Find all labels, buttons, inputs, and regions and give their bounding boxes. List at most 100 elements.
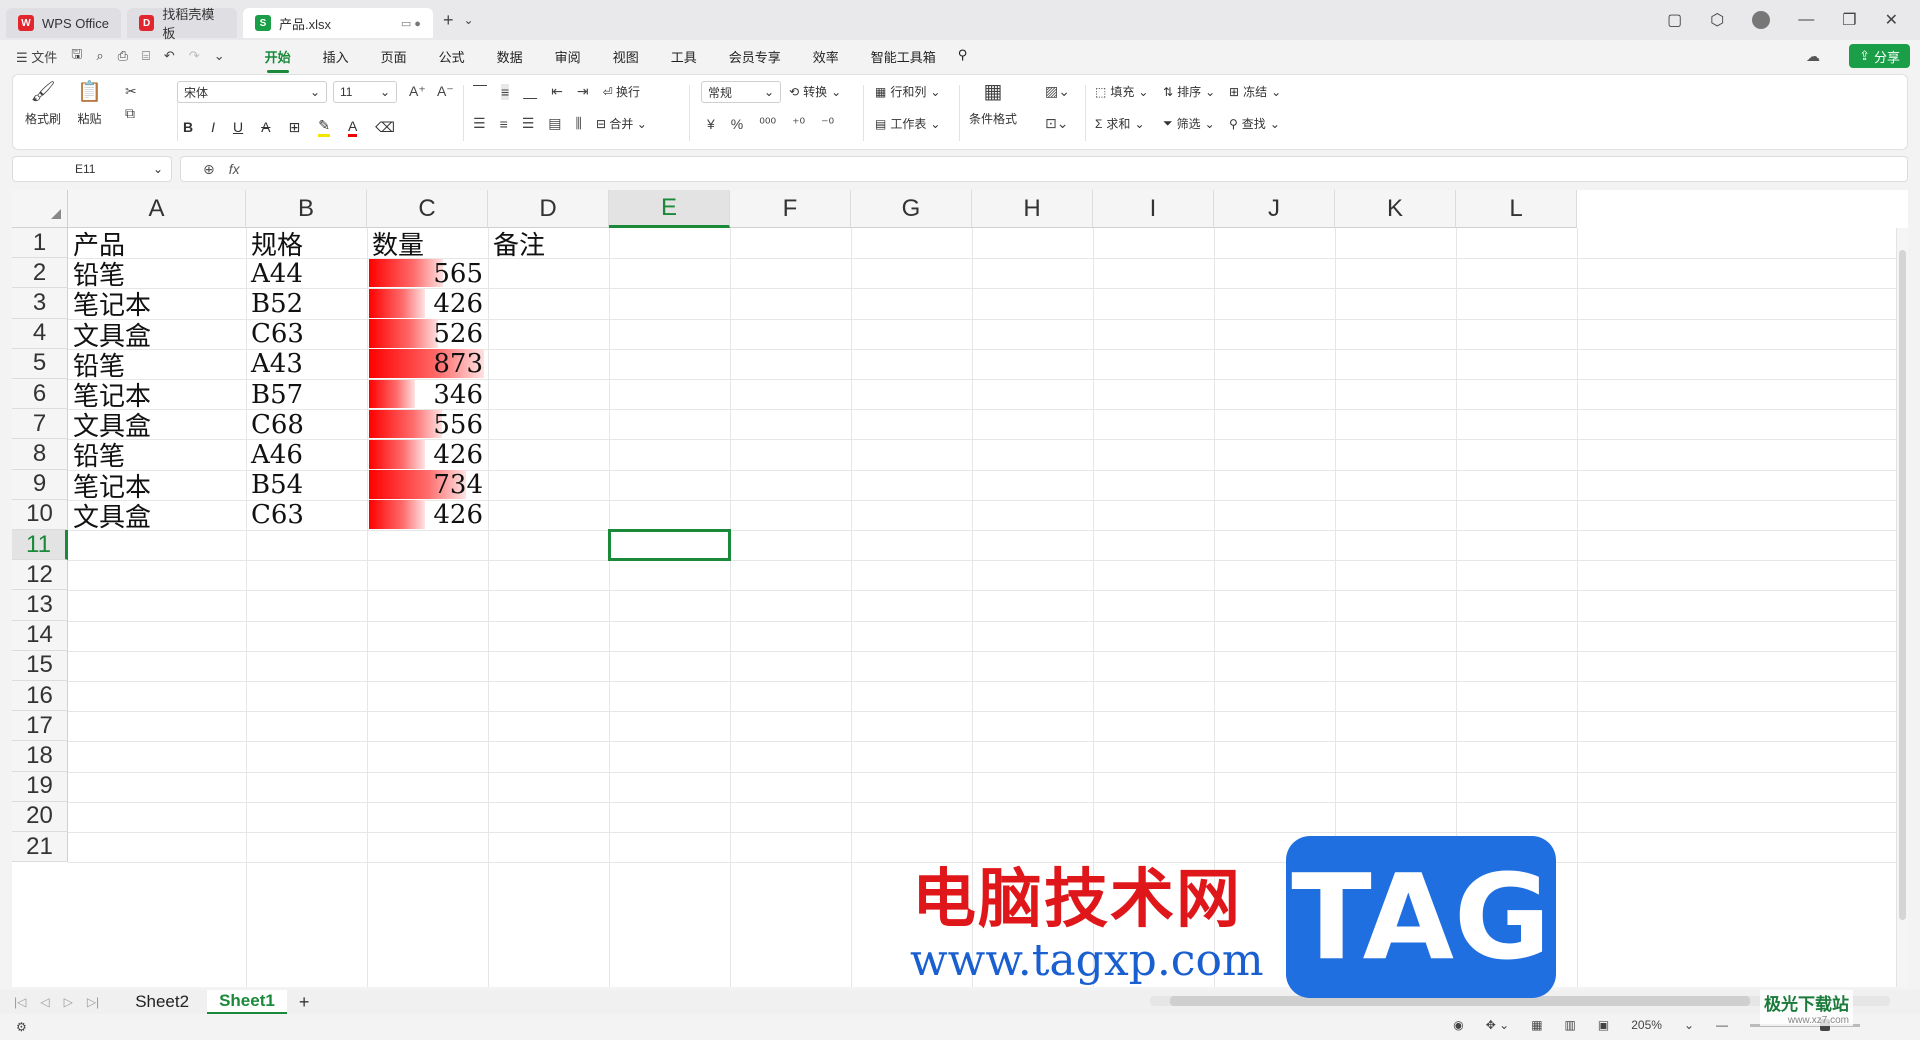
paste-button[interactable]: 📋 粘贴 xyxy=(77,79,102,127)
undo-icon[interactable]: ↶ xyxy=(164,48,175,64)
print-preview-icon[interactable]: ⌸ xyxy=(142,48,150,64)
quantity-cell[interactable]: 426 xyxy=(367,497,488,534)
menu-data[interactable]: 数据 xyxy=(497,43,523,70)
font-size-select[interactable]: 11 ⌄ xyxy=(333,81,397,103)
column-header-i[interactable]: I xyxy=(1093,190,1214,228)
column-header-g[interactable]: G xyxy=(851,190,972,228)
column-header-c[interactable]: C xyxy=(367,190,488,228)
monitor-icon[interactable]: ▭ ● xyxy=(401,17,421,30)
zoom-out-icon[interactable]: — xyxy=(1716,1018,1728,1032)
prev-sheet-icon[interactable]: ◁ xyxy=(40,995,49,1009)
select-all-corner[interactable] xyxy=(12,190,68,228)
row-header-9[interactable]: 9 xyxy=(12,469,68,500)
row-header-15[interactable]: 15 xyxy=(12,650,68,681)
menu-home[interactable]: 开始 xyxy=(265,43,291,73)
sheet-tab-sheet2[interactable]: Sheet2 xyxy=(123,990,201,1014)
zoom-level[interactable]: 205% xyxy=(1631,1018,1662,1032)
tab-product-xlsx[interactable]: S 产品.xlsx ▭ ● xyxy=(242,8,433,38)
row-header-11[interactable]: 11 xyxy=(12,530,68,561)
menu-insert[interactable]: 插入 xyxy=(323,43,349,70)
vertical-scrollbar[interactable] xyxy=(1896,228,1908,987)
first-sheet-icon[interactable]: |◁ xyxy=(14,995,26,1009)
tab-docer-templates[interactable]: D 找稻壳模板 xyxy=(126,7,237,41)
column-header-j[interactable]: J xyxy=(1214,190,1335,228)
product-cell[interactable]: 文具盒 xyxy=(68,497,246,534)
minimize-icon[interactable]: — xyxy=(1798,11,1814,29)
row-header-21[interactable]: 21 xyxy=(12,832,68,863)
freeze-button[interactable]: ⊞ 冻结 ⌄ xyxy=(1229,83,1281,100)
share-button[interactable]: ⇪ 分享 xyxy=(1849,44,1910,68)
menu-formula[interactable]: 公式 xyxy=(439,43,465,70)
page-break-icon[interactable]: ▣ xyxy=(1598,1018,1609,1032)
conditional-format-button[interactable]: ▦ 条件格式 xyxy=(969,79,1017,127)
next-sheet-icon[interactable]: ▷ xyxy=(64,995,73,1009)
distribute-icon[interactable]: ⫼ xyxy=(576,115,582,132)
row-header-12[interactable]: 12 xyxy=(12,560,68,591)
column-header-d[interactable]: D xyxy=(488,190,609,228)
menu-page[interactable]: 页面 xyxy=(381,43,407,70)
row-header-19[interactable]: 19 xyxy=(12,771,68,802)
last-sheet-icon[interactable]: ▷| xyxy=(87,995,99,1009)
strikethrough-icon[interactable]: A xyxy=(261,119,270,135)
italic-icon[interactable]: I xyxy=(211,119,215,135)
new-tab-icon[interactable]: + xyxy=(443,10,454,31)
row-header-10[interactable]: 10 xyxy=(12,499,68,530)
align-middle-icon[interactable]: ≡ xyxy=(501,83,510,100)
row-header-20[interactable]: 20 xyxy=(12,801,68,832)
percent-icon[interactable]: % xyxy=(731,116,743,132)
wrap-text-button[interactable]: ⏎ 换行 xyxy=(603,83,640,100)
decrease-decimal-icon[interactable]: ⁻⁰ xyxy=(821,115,834,132)
row-header-17[interactable]: 17 xyxy=(12,711,68,742)
chevron-down-icon[interactable]: ⌄ xyxy=(463,13,473,27)
cell-style-icon[interactable]: ▨⌄ xyxy=(1045,83,1070,100)
redo-icon[interactable]: ↷ xyxy=(189,48,200,64)
menu-review[interactable]: 审阅 xyxy=(555,43,581,70)
focus-icon[interactable]: ✥ ⌄ xyxy=(1486,1018,1509,1032)
cloud-save-icon[interactable]: ⌕ xyxy=(96,48,103,64)
add-sheet-icon[interactable]: + xyxy=(299,992,310,1013)
column-header-a[interactable]: A xyxy=(68,190,246,228)
align-left-icon[interactable]: ☰ xyxy=(473,115,486,132)
column-header-h[interactable]: H xyxy=(972,190,1093,228)
macro-icon[interactable]: ⚙ xyxy=(16,1020,27,1034)
font-name-select[interactable]: 宋体 ⌄ xyxy=(177,81,327,103)
row-header-7[interactable]: 7 xyxy=(12,409,68,440)
restore-icon[interactable]: ❐ xyxy=(1842,10,1856,30)
currency-icon[interactable]: ¥ xyxy=(707,116,715,132)
menu-tools[interactable]: 工具 xyxy=(671,43,697,70)
row-header-2[interactable]: 2 xyxy=(12,258,68,289)
column-header-l[interactable]: L xyxy=(1456,190,1577,228)
increase-font-icon[interactable]: A⁺ xyxy=(409,83,426,100)
file-menu[interactable]: ☰ 文件 xyxy=(16,47,57,66)
format-painter-button[interactable]: 🖌 格式刷 xyxy=(25,79,61,127)
convert-button[interactable]: ⟲ 转换 ⌄ xyxy=(789,83,841,100)
decrease-font-icon[interactable]: A⁻ xyxy=(437,83,454,100)
layout-icon[interactable]: ▢ xyxy=(1667,10,1682,30)
row-header-4[interactable]: 4 xyxy=(12,318,68,349)
page-layout-icon[interactable]: ▥ xyxy=(1565,1018,1576,1032)
cube-icon[interactable]: ⬡ xyxy=(1710,10,1724,30)
print-icon[interactable]: ⎙ xyxy=(118,48,128,64)
table-style-icon[interactable]: ⊡⌄ xyxy=(1045,115,1068,132)
row-header-13[interactable]: 13 xyxy=(12,590,68,621)
formula-input[interactable]: ⊕ fx xyxy=(180,156,1908,182)
name-box[interactable]: E11 ⌄ xyxy=(12,156,172,182)
align-bottom-icon[interactable]: ⎽ xyxy=(523,83,537,100)
row-header-6[interactable]: 6 xyxy=(12,379,68,410)
increase-decimal-icon[interactable]: ⁺⁰ xyxy=(792,115,805,132)
sum-button[interactable]: Σ 求和 ⌄ xyxy=(1095,115,1145,132)
close-icon[interactable]: ✕ xyxy=(1885,10,1898,30)
underline-icon[interactable]: U xyxy=(233,119,243,135)
menu-efficiency[interactable]: 效率 xyxy=(813,43,839,70)
border-icon[interactable]: ⊞ xyxy=(288,119,300,136)
search-icon[interactable]: ⚲ xyxy=(958,43,968,70)
row-header-18[interactable]: 18 xyxy=(12,741,68,772)
normal-view-icon[interactable]: ▦ xyxy=(1531,1018,1542,1032)
more-chevron-icon[interactable]: ⌄ xyxy=(214,48,225,64)
zoom-icon[interactable]: ⊕ xyxy=(203,161,215,178)
row-header-3[interactable]: 3 xyxy=(12,288,68,319)
menu-smart-toolbox[interactable]: 智能工具箱 xyxy=(871,43,936,70)
spec-cell[interactable]: C63 xyxy=(246,497,367,534)
save-icon[interactable]: 🖫 xyxy=(71,45,82,67)
column-header-b[interactable]: B xyxy=(246,190,367,228)
